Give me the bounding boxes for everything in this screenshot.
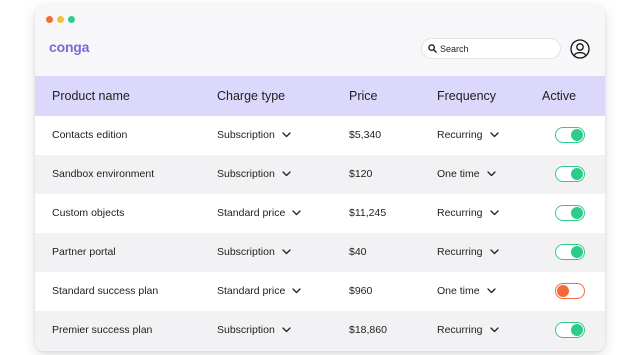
frequency-value: Recurring bbox=[437, 324, 483, 336]
charge-type-value: Subscription bbox=[217, 324, 275, 336]
table-row: Custom objects Standard price $11,245 Recur… bbox=[35, 194, 605, 233]
active-toggle[interactable] bbox=[555, 322, 585, 338]
toggle-knob bbox=[571, 324, 583, 336]
charge-type-dropdown[interactable]: Subscription bbox=[217, 324, 291, 336]
product-name-cell: Partner portal bbox=[52, 246, 116, 258]
charge-type-dropdown[interactable]: Subscription bbox=[217, 129, 291, 141]
header-price: Price bbox=[349, 89, 378, 103]
product-name-cell: Contacts edition bbox=[52, 129, 128, 141]
active-toggle[interactable] bbox=[555, 166, 585, 182]
charge-type-value: Subscription bbox=[217, 129, 275, 141]
frequency-dropdown[interactable]: One time bbox=[437, 285, 496, 297]
toggle-knob bbox=[557, 285, 569, 297]
app-window: conga Product name Charge type Price Fre… bbox=[35, 5, 605, 351]
maximize-window-dot[interactable] bbox=[68, 16, 75, 23]
frequency-value: Recurring bbox=[437, 129, 483, 141]
active-toggle[interactable] bbox=[555, 127, 585, 143]
close-window-dot[interactable] bbox=[46, 16, 53, 23]
chevron-down-icon bbox=[282, 249, 291, 255]
table-header: Product name Charge type Price Frequency… bbox=[35, 76, 605, 116]
chevron-down-icon bbox=[292, 210, 301, 216]
charge-type-dropdown[interactable]: Subscription bbox=[217, 168, 291, 180]
chevron-down-icon bbox=[489, 249, 499, 255]
window-controls bbox=[46, 16, 75, 23]
price-cell: $120 bbox=[349, 168, 373, 180]
price-cell: $5,340 bbox=[349, 129, 382, 141]
product-name-cell: Sandbox environment bbox=[52, 168, 155, 180]
frequency-dropdown[interactable]: One time bbox=[437, 168, 496, 180]
header-charge-type: Charge type bbox=[217, 89, 286, 103]
product-name-cell: Standard success plan bbox=[52, 285, 159, 297]
chevron-down-icon bbox=[489, 210, 499, 216]
frequency-dropdown[interactable]: Recurring bbox=[437, 129, 499, 141]
user-avatar-icon[interactable] bbox=[570, 39, 590, 59]
charge-type-dropdown[interactable]: Subscription bbox=[217, 246, 291, 258]
chevron-down-icon bbox=[292, 288, 301, 294]
chevron-down-icon bbox=[282, 171, 291, 177]
toggle-knob bbox=[571, 129, 583, 141]
header-active: Active bbox=[542, 89, 577, 103]
toggle-knob bbox=[571, 246, 583, 258]
chevron-down-icon bbox=[282, 327, 291, 333]
minimize-window-dot[interactable] bbox=[57, 16, 64, 23]
header-frequency: Frequency bbox=[437, 89, 497, 103]
frequency-value: One time bbox=[437, 285, 480, 297]
chevron-down-icon bbox=[486, 171, 496, 177]
charge-type-value: Subscription bbox=[217, 246, 275, 258]
chevron-down-icon bbox=[486, 288, 496, 294]
frequency-value: One time bbox=[437, 168, 480, 180]
charge-type-dropdown[interactable]: Standard price bbox=[217, 285, 301, 297]
active-toggle[interactable] bbox=[555, 283, 585, 299]
chevron-down-icon bbox=[489, 327, 499, 333]
price-cell: $11,245 bbox=[349, 207, 387, 219]
header-product-name: Product name bbox=[52, 89, 130, 103]
app-logo: conga bbox=[49, 39, 90, 55]
frequency-dropdown[interactable]: Recurring bbox=[437, 246, 499, 258]
active-toggle[interactable] bbox=[555, 205, 585, 221]
frequency-dropdown[interactable]: Recurring bbox=[437, 324, 499, 336]
product-name-cell: Custom objects bbox=[52, 207, 125, 219]
product-name-cell: Premier success plan bbox=[52, 324, 153, 336]
toggle-knob bbox=[571, 207, 583, 219]
search-icon bbox=[428, 44, 437, 53]
table-row: Standard success plan Standard price $960 O… bbox=[35, 272, 605, 311]
price-cell: $40 bbox=[349, 246, 367, 258]
table-row: Premier success plan Subscription $18,860 R… bbox=[35, 311, 605, 350]
frequency-dropdown[interactable]: Recurring bbox=[437, 207, 499, 219]
table-row: Contacts edition Subscription $5,340 Recurr… bbox=[35, 116, 605, 155]
frequency-value: Recurring bbox=[437, 246, 483, 258]
price-cell: $18,860 bbox=[349, 324, 387, 336]
charge-type-value: Standard price bbox=[217, 285, 286, 297]
charge-type-value: Subscription bbox=[217, 168, 275, 180]
chevron-down-icon bbox=[282, 132, 291, 138]
table-body: Contacts edition Subscription $5,340 Recurr… bbox=[35, 116, 605, 350]
table-row: Partner portal Subscription $40 Recurring bbox=[35, 233, 605, 272]
price-cell: $960 bbox=[349, 285, 373, 297]
charge-type-value: Standard price bbox=[217, 207, 286, 219]
frequency-value: Recurring bbox=[437, 207, 483, 219]
table-row: Sandbox environment Subscription $120 One t… bbox=[35, 155, 605, 194]
active-toggle[interactable] bbox=[555, 244, 585, 260]
chevron-down-icon bbox=[489, 132, 499, 138]
charge-type-dropdown[interactable]: Standard price bbox=[217, 207, 301, 219]
search-box[interactable] bbox=[421, 38, 561, 59]
search-input[interactable] bbox=[440, 43, 550, 54]
toggle-knob bbox=[571, 168, 583, 180]
products-table: Product name Charge type Price Frequency… bbox=[35, 76, 605, 350]
